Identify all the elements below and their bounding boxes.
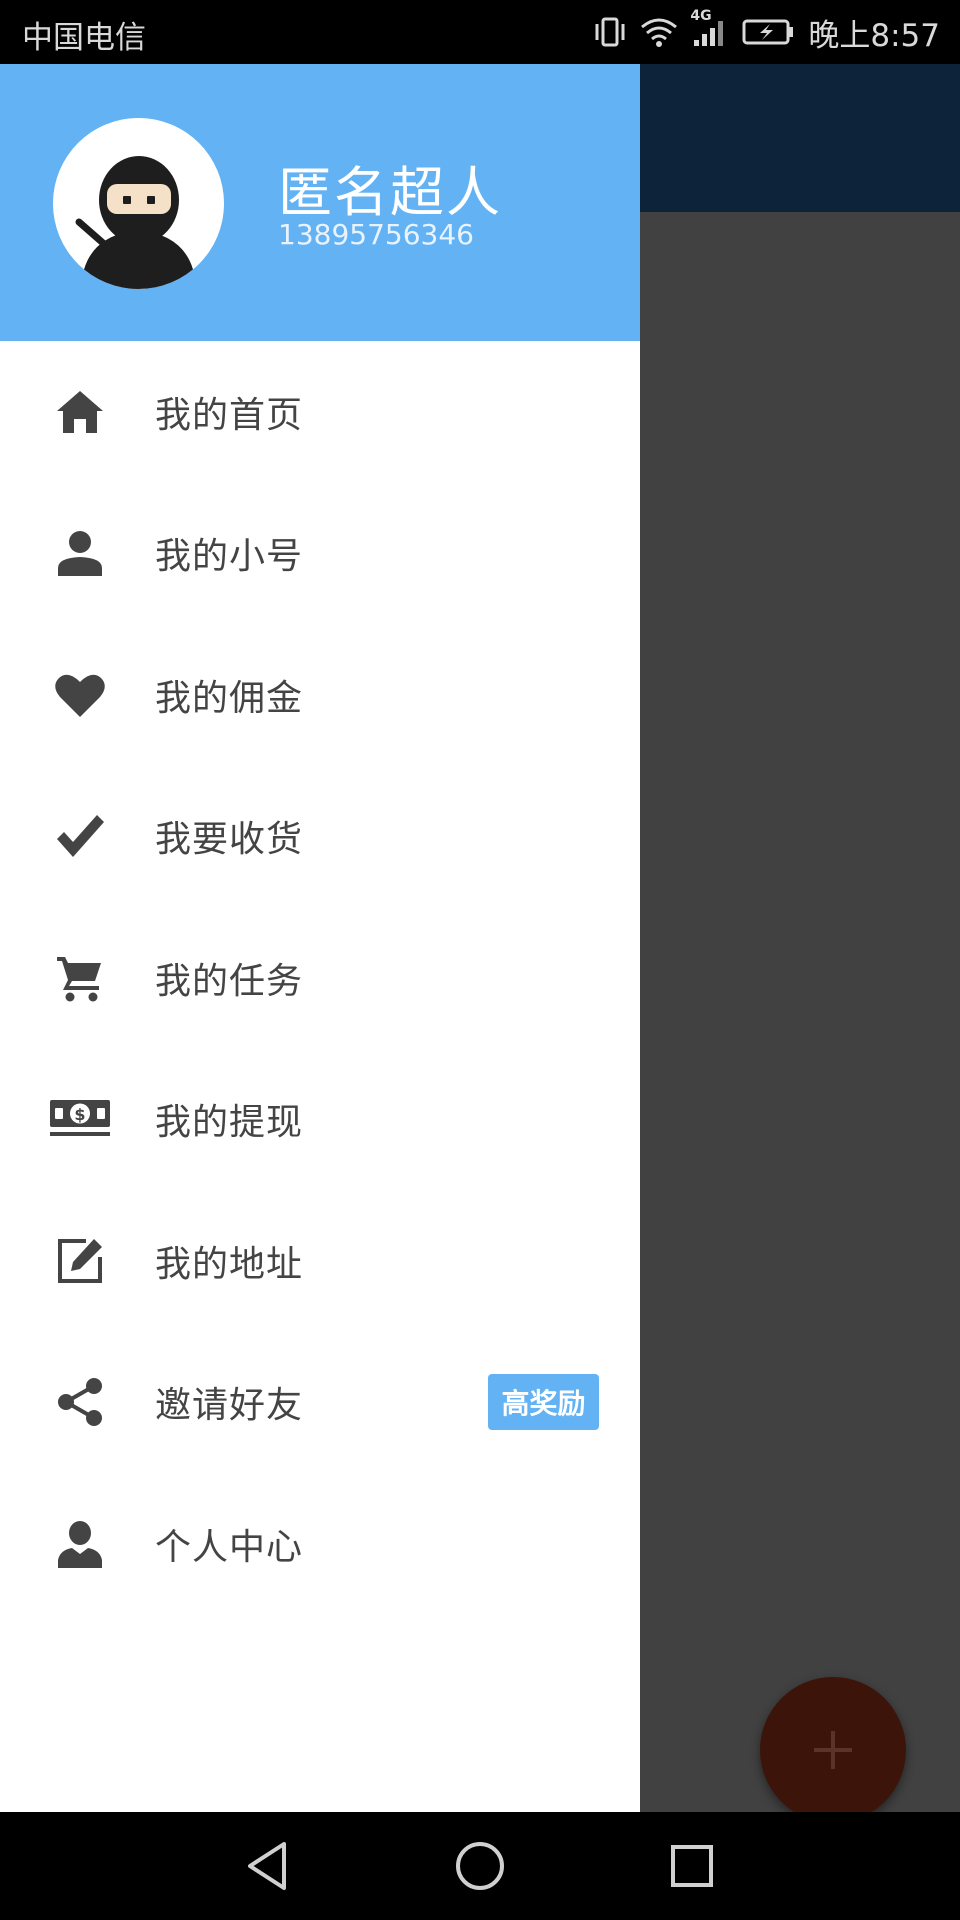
back-icon[interactable]	[240, 1838, 296, 1894]
cellular-signal-icon: 4G	[690, 8, 730, 48]
cart-icon	[48, 946, 112, 1010]
menu-item-label: 我的提现	[155, 1102, 304, 1144]
ninja-avatar-icon	[53, 118, 224, 289]
carrier-name: 中国电信	[22, 20, 146, 56]
menu-item-label: 我的小号	[155, 536, 304, 578]
battery-charging-icon	[742, 17, 796, 47]
wifi-icon	[640, 16, 678, 48]
drawer-header: 匿名超人 13895756346	[0, 64, 640, 341]
menu-item-home[interactable]: 我的首页	[0, 341, 640, 483]
reward-badge: 高奖励	[488, 1374, 599, 1431]
menu-item-invite-friends[interactable]: 邀请好友 高奖励	[0, 1332, 640, 1474]
person-icon	[48, 521, 112, 585]
menu-item-tasks[interactable]: 我的任务	[0, 907, 640, 1049]
menu-item-address[interactable]: 我的地址	[0, 1190, 640, 1332]
system-navigation-bar	[0, 1812, 960, 1920]
menu-item-label: 邀请好友	[155, 1385, 304, 1427]
share-icon	[48, 1370, 112, 1434]
status-icons: 4G 晚上8:57	[592, 8, 940, 54]
recents-icon[interactable]	[664, 1838, 720, 1894]
status-bar: 中国电信 4G 晚上8:57	[0, 0, 960, 64]
menu-item-label: 我的佣金	[155, 677, 304, 719]
edit-icon	[48, 1229, 112, 1293]
user-phone: 13895756346	[278, 218, 474, 251]
user-name: 匿名超人	[278, 161, 502, 224]
home-icon	[48, 380, 112, 444]
check-icon	[48, 804, 112, 868]
money-icon: $	[48, 1087, 112, 1151]
navigation-drawer: 匿名超人 13895756346 我的首页 我的小号 我的佣金 我要收货 我的任…	[0, 64, 640, 1812]
add-fab-button[interactable]	[760, 1677, 906, 1823]
menu-item-label: 个人中心	[155, 1526, 304, 1568]
svg-text:$: $	[74, 1105, 85, 1124]
menu-item-profile[interactable]: 个人中心	[0, 1473, 640, 1615]
menu-item-label: 我要收货	[155, 819, 304, 861]
menu-item-label: 我的任务	[155, 960, 304, 1002]
heart-icon	[48, 663, 112, 727]
menu-item-withdraw[interactable]: $ 我的提现	[0, 1049, 640, 1191]
drawer-menu: 我的首页 我的小号 我的佣金 我要收货 我的任务 $ 我的提现 我的地址 邀请好…	[0, 341, 640, 1615]
home-circle-icon[interactable]	[452, 1838, 508, 1894]
plus-icon	[814, 1731, 852, 1769]
menu-item-receive-goods[interactable]: 我要收货	[0, 766, 640, 908]
menu-item-label: 我的首页	[155, 394, 304, 436]
menu-item-commission[interactable]: 我的佣金	[0, 624, 640, 766]
menu-item-label: 我的地址	[155, 1243, 304, 1285]
avatar[interactable]	[53, 118, 224, 289]
clock: 晚上8:57	[808, 17, 940, 54]
vibrate-icon	[592, 16, 628, 48]
user-icon	[48, 1512, 112, 1576]
menu-item-accounts[interactable]: 我的小号	[0, 483, 640, 625]
